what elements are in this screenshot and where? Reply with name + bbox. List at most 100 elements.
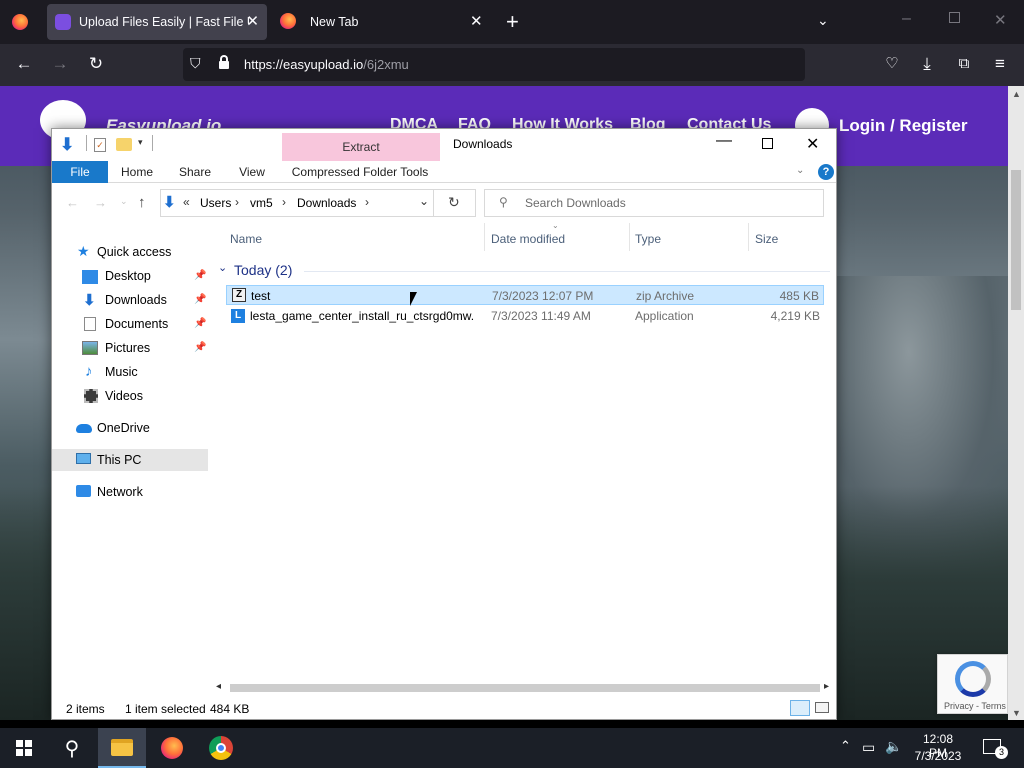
nav-documents[interactable]: Documents 📌 xyxy=(52,313,208,335)
refresh-button[interactable]: ↻ xyxy=(448,194,460,211)
scrollbar-thumb[interactable] xyxy=(230,684,820,692)
back-arrow-icon[interactable]: ← xyxy=(13,54,35,74)
pin-icon[interactable]: 📌 xyxy=(194,294,206,305)
start-button[interactable] xyxy=(0,728,48,768)
lock-icon[interactable] xyxy=(219,55,229,69)
extract-context-tab[interactable]: Extract xyxy=(282,133,440,161)
url-bar[interactable]: ⛉ https://easyupload.io/6j2xmu xyxy=(183,48,805,81)
horizontal-scrollbar[interactable]: ◂ ▸ xyxy=(212,681,836,695)
column-header-date-modified[interactable]: Date modified xyxy=(491,232,565,246)
properties-icon[interactable]: ✓ xyxy=(94,138,106,152)
column-header-name[interactable]: Name xyxy=(230,232,262,246)
column-divider[interactable] xyxy=(629,223,630,251)
file-row[interactable]: Z test 7/3/2023 12:07 PM zip Archive 485… xyxy=(226,285,824,305)
close-window-button[interactable]: ✕ xyxy=(994,11,1007,29)
minimize-window-button[interactable]: – xyxy=(902,10,911,28)
group-collapse-icon[interactable]: ⌄ xyxy=(218,261,227,274)
pin-icon[interactable]: 📌 xyxy=(194,342,206,353)
breadcrumb-separator[interactable]: › xyxy=(282,195,286,209)
close-tab-icon[interactable]: ✕ xyxy=(470,12,483,30)
breadcrumb-separator[interactable]: › xyxy=(365,195,369,209)
list-all-tabs-icon[interactable]: ⌄ xyxy=(817,12,829,29)
tab-easyupload[interactable]: Upload Files Easily | Fast File Up ✕ xyxy=(47,4,267,40)
column-header-size[interactable]: Size xyxy=(755,232,778,246)
breadcrumb-separator[interactable]: › xyxy=(235,195,239,209)
column-header-type[interactable]: Type xyxy=(635,232,661,246)
clock-date[interactable]: 7/3/2023 xyxy=(914,749,962,763)
search-box[interactable]: ⚲ Search Downloads xyxy=(484,189,824,217)
taskbar-chrome[interactable] xyxy=(197,728,245,768)
up-button[interactable]: ↑ xyxy=(138,194,146,211)
nav-pictures[interactable]: Pictures 📌 xyxy=(52,337,208,359)
nav-quick-access[interactable]: ★ Quick access xyxy=(52,241,208,263)
mouse-cursor xyxy=(410,292,421,306)
close-tab-icon[interactable]: ✕ xyxy=(246,12,259,30)
scroll-left-icon[interactable]: ◂ xyxy=(216,681,221,692)
recaptcha-links[interactable]: Privacy - Terms xyxy=(944,701,1006,711)
extensions-icon[interactable]: ⧉ xyxy=(953,54,975,74)
group-header-today[interactable]: Today (2) xyxy=(234,262,292,278)
new-tab-button[interactable]: + xyxy=(506,9,519,35)
nav-downloads[interactable]: ⬇ Downloads 📌 xyxy=(52,289,208,311)
volume-muted-icon[interactable]: 🔈 xyxy=(885,738,902,755)
scrollbar-thumb[interactable] xyxy=(1011,170,1021,310)
nav-this-pc[interactable]: This PC xyxy=(52,449,208,471)
large-icons-view-icon[interactable] xyxy=(815,702,829,713)
app-menu-icon[interactable]: ≡ xyxy=(989,54,1011,74)
breadcrumb-users[interactable]: Users xyxy=(200,196,231,210)
help-icon[interactable]: ? xyxy=(818,164,834,180)
forward-arrow-icon[interactable]: → xyxy=(49,54,71,74)
firefox-menu-icon[interactable] xyxy=(12,14,28,33)
nav-network[interactable]: Network xyxy=(52,481,208,503)
nav-desktop[interactable]: Desktop 📌 xyxy=(52,265,208,287)
selection-size: 484 KB xyxy=(210,702,250,716)
nav-videos[interactable]: Videos xyxy=(52,385,208,407)
tab-share[interactable]: Share xyxy=(172,161,218,183)
nav-music[interactable]: ♪ Music xyxy=(52,361,208,383)
recaptcha-badge[interactable]: Privacy - Terms xyxy=(937,654,1008,714)
column-divider[interactable] xyxy=(484,223,485,251)
close-button[interactable]: ✕ xyxy=(806,134,819,154)
tab-file[interactable]: File xyxy=(52,161,108,183)
tab-compressed-folder-tools[interactable]: Compressed Folder Tools xyxy=(288,161,432,183)
details-view-icon[interactable] xyxy=(790,700,810,716)
page-scrollbar[interactable]: ▲ ▼ xyxy=(1008,86,1024,720)
breadcrumb-downloads[interactable]: Downloads xyxy=(297,196,356,210)
tab-view[interactable]: View xyxy=(230,161,274,183)
overflow-chevron[interactable]: « xyxy=(183,195,190,209)
breadcrumb-vm5[interactable]: vm5 xyxy=(250,196,273,210)
scroll-up-icon[interactable]: ▲ xyxy=(1012,89,1021,99)
forward-button[interactable]: → xyxy=(94,195,107,210)
file-row[interactable]: L lesta_game_center_install_ru_ctsrgd0mw… xyxy=(226,306,824,326)
recent-locations-dropdown[interactable]: ⌄ xyxy=(120,196,128,207)
navigation-pane: ★ Quick access Desktop 📌 ⬇ Downloads 📌 D… xyxy=(52,241,212,691)
address-dropdown[interactable]: ⌄ xyxy=(419,194,429,208)
show-hidden-icons[interactable]: ⌃ xyxy=(840,738,851,754)
pin-icon[interactable]: 📌 xyxy=(194,318,206,329)
expand-ribbon-icon[interactable]: ⌄ xyxy=(796,165,804,176)
new-folder-icon[interactable] xyxy=(116,138,132,151)
quick-access-toolbar-dropdown[interactable]: ▾ xyxy=(138,137,143,148)
reload-icon[interactable]: ↻ xyxy=(85,54,107,74)
login-register-link[interactable]: Login / Register xyxy=(839,116,967,136)
nav-onedrive[interactable]: OneDrive xyxy=(52,417,208,439)
scroll-down-icon[interactable]: ▼ xyxy=(1012,708,1021,718)
scroll-right-icon[interactable]: ▸ xyxy=(824,681,829,692)
column-divider[interactable] xyxy=(748,223,749,251)
back-button[interactable]: ← xyxy=(66,195,79,210)
address-bar[interactable]: ⬇ « Users › vm5 › Downloads › ⌄ ↻ xyxy=(160,189,476,217)
minimize-button[interactable]: — xyxy=(716,132,732,150)
search-button[interactable]: ⚲ xyxy=(48,728,96,768)
taskbar-firefox[interactable] xyxy=(148,728,196,768)
maximize-button[interactable] xyxy=(762,138,773,149)
pocket-icon[interactable]: ♡ xyxy=(881,54,903,74)
pin-icon[interactable]: 📌 xyxy=(194,270,206,281)
restore-window-button[interactable] xyxy=(949,12,960,23)
downloads-icon[interactable]: ⤓ xyxy=(916,54,938,74)
tab-home[interactable]: Home xyxy=(114,161,160,183)
network-status-icon[interactable]: ▭ xyxy=(862,739,875,756)
tracking-shield-icon[interactable]: ⛉ xyxy=(190,55,201,72)
tab-new-tab[interactable]: New Tab ✕ xyxy=(272,0,490,44)
search-placeholder: Search Downloads xyxy=(525,196,626,210)
taskbar-file-explorer[interactable] xyxy=(98,728,146,768)
